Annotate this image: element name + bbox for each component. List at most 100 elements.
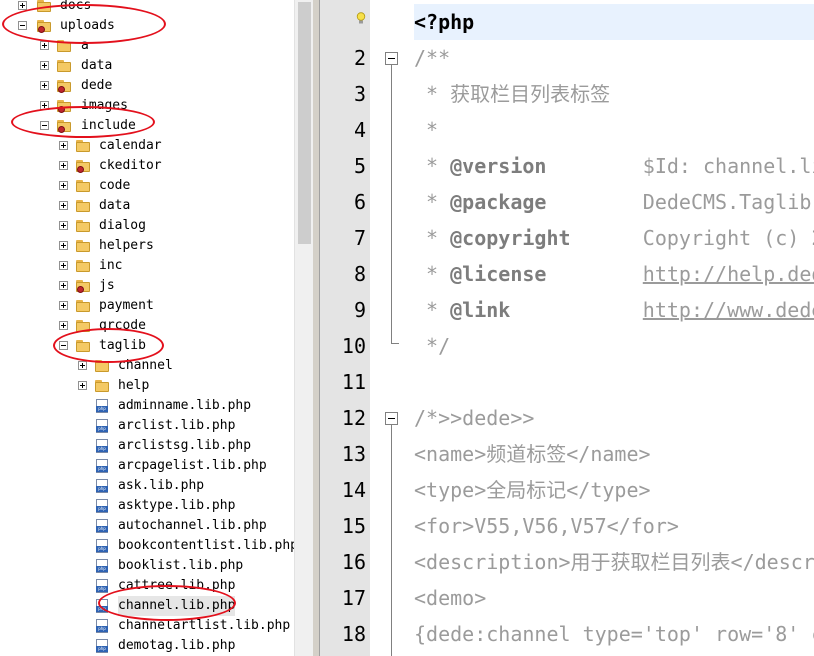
tree-scrollbar[interactable] <box>294 0 314 656</box>
expand-icon[interactable] <box>78 361 87 370</box>
highlight-circle-include <box>11 106 155 138</box>
tree-file-row[interactable]: asktype.lib.php <box>0 496 294 516</box>
line-number: 11 <box>341 370 366 394</box>
code-line: * @link http://www.dedecms.com <box>414 292 814 328</box>
line-number: 16 <box>341 550 366 574</box>
php-file-icon <box>96 619 108 633</box>
fold-guide-line <box>391 65 392 343</box>
tree-item-label: asktype.lib.php <box>118 498 236 513</box>
line-number: 14 <box>341 478 366 502</box>
tree-item-label: code <box>99 178 131 193</box>
code-token: * <box>414 298 451 322</box>
code-token: @copyright <box>450 226 571 250</box>
tree-file-row[interactable]: booklist.lib.php <box>0 556 294 576</box>
tree-file-row[interactable]: ask.lib.php <box>0 476 294 496</box>
tree-folder-row[interactable]: js <box>0 276 294 296</box>
tree-item-label: help <box>118 378 150 393</box>
code-line: {dede:channel type='top' row='8' current… <box>414 616 814 652</box>
tree-item-label: bookcontentlist.lib.php <box>118 538 294 553</box>
tree-file-row[interactable]: arclistsg.lib.php <box>0 436 294 456</box>
expand-icon[interactable] <box>59 301 68 310</box>
expand-icon[interactable] <box>59 201 68 210</box>
line-number <box>320 4 366 40</box>
tree-folder-row[interactable]: dialog <box>0 216 294 236</box>
expand-icon[interactable] <box>18 1 27 10</box>
tree-file-row[interactable]: bookcontentlist.lib.php <box>0 536 294 556</box>
expand-icon[interactable] <box>40 81 49 90</box>
expand-icon[interactable] <box>40 61 49 70</box>
tree-folder-row[interactable]: help <box>0 376 294 396</box>
expand-icon[interactable] <box>40 41 49 50</box>
file-tree: docs uploads a data dede images include calenda… <box>0 0 294 656</box>
code-token: /** <box>414 46 451 70</box>
tree-folder-row[interactable]: data <box>0 196 294 216</box>
code-editor[interactable]: <?php 2 /** 3 * 获取栏目列表标签 4 * 5 * @version $Id… <box>320 0 814 656</box>
tree-file-row[interactable]: arclist.lib.php <box>0 416 294 436</box>
code-line: */ <box>414 328 450 364</box>
panel-splitter[interactable] <box>313 0 320 656</box>
highlight-circle-channel-lib <box>98 585 236 621</box>
tree-folder-row[interactable]: helpers <box>0 236 294 256</box>
code-line: <demo> <box>414 580 486 616</box>
php-file-icon <box>96 579 108 593</box>
code-token: http://www.dedecms.com <box>642 298 814 322</box>
tree-folder-row[interactable]: dede <box>0 76 294 96</box>
code-token: <demo> <box>414 586 487 610</box>
code-token: */ <box>414 334 451 358</box>
highlight-circle-taglib <box>53 328 164 363</box>
fold-toggle-dede-block[interactable] <box>385 412 398 425</box>
line-number: 9 <box>353 298 366 322</box>
folder-icon <box>76 280 90 293</box>
code-token: @package <box>450 190 547 214</box>
tree-folder-row[interactable]: code <box>0 176 294 196</box>
expand-icon[interactable] <box>78 381 87 390</box>
tree-item-label: dede <box>81 78 113 93</box>
tree-folder-row[interactable]: payment <box>0 296 294 316</box>
tree-file-row[interactable]: autochannel.lib.php <box>0 516 294 536</box>
fold-toggle-docblock[interactable] <box>385 52 398 65</box>
expand-icon[interactable] <box>59 181 68 190</box>
code-token: * <box>414 262 451 286</box>
tree-file-row[interactable]: adminname.lib.php <box>0 396 294 416</box>
code-token: * <box>414 118 439 142</box>
code-token: <description>用于获取栏目列表</description> <box>414 550 814 574</box>
tree-file-row[interactable]: arcpagelist.lib.php <box>0 456 294 476</box>
expand-icon[interactable] <box>59 241 68 250</box>
code-line: <?php <box>414 4 814 40</box>
tree-folder-row[interactable]: calendar <box>0 136 294 156</box>
expand-icon[interactable] <box>59 141 68 150</box>
expand-icon[interactable] <box>59 161 68 170</box>
code-token: http://help.dedecms.com <box>642 262 814 286</box>
line-number: 13 <box>341 442 366 466</box>
tree-item-label: booklist.lib.php <box>118 558 244 573</box>
tree-file-row[interactable]: demotag.lib.php <box>0 636 294 656</box>
php-file-icon <box>96 519 108 533</box>
line-number: 10 <box>341 334 366 358</box>
tree-item-label: arclist.lib.php <box>118 418 236 433</box>
expand-icon[interactable] <box>59 281 68 290</box>
tree-item-label: data <box>99 198 131 213</box>
folder-icon <box>76 140 90 152</box>
expand-icon[interactable] <box>59 221 68 230</box>
folder-icon <box>76 260 90 272</box>
tree-folder-row[interactable]: inc <box>0 256 294 276</box>
expand-icon[interactable] <box>59 321 68 330</box>
line-number: 12 <box>341 406 366 430</box>
code-line: * 获取栏目列表标签 <box>414 76 610 112</box>
php-file-icon <box>96 539 108 553</box>
scrollbar-thumb[interactable] <box>298 2 311 244</box>
tree-folder-row[interactable]: ckeditor <box>0 156 294 176</box>
tree-folder-row[interactable]: channel <box>0 356 294 376</box>
code-line: * @copyright Copyright (c) 2007 <box>414 220 814 256</box>
line-number: 7 <box>353 226 366 250</box>
code-token: <?php <box>414 10 475 34</box>
code-token: <for>V55,V56,V57</for> <box>414 514 679 538</box>
code-line: <description>用于获取栏目列表</description> <box>414 544 814 580</box>
tree-folder-row[interactable]: data <box>0 56 294 76</box>
code-token: * 获取栏目列表标签 <box>414 82 611 106</box>
folder-icon <box>76 200 90 212</box>
expand-icon[interactable] <box>59 261 68 270</box>
php-file-icon <box>96 459 108 473</box>
tree-item-label: payment <box>99 298 154 313</box>
